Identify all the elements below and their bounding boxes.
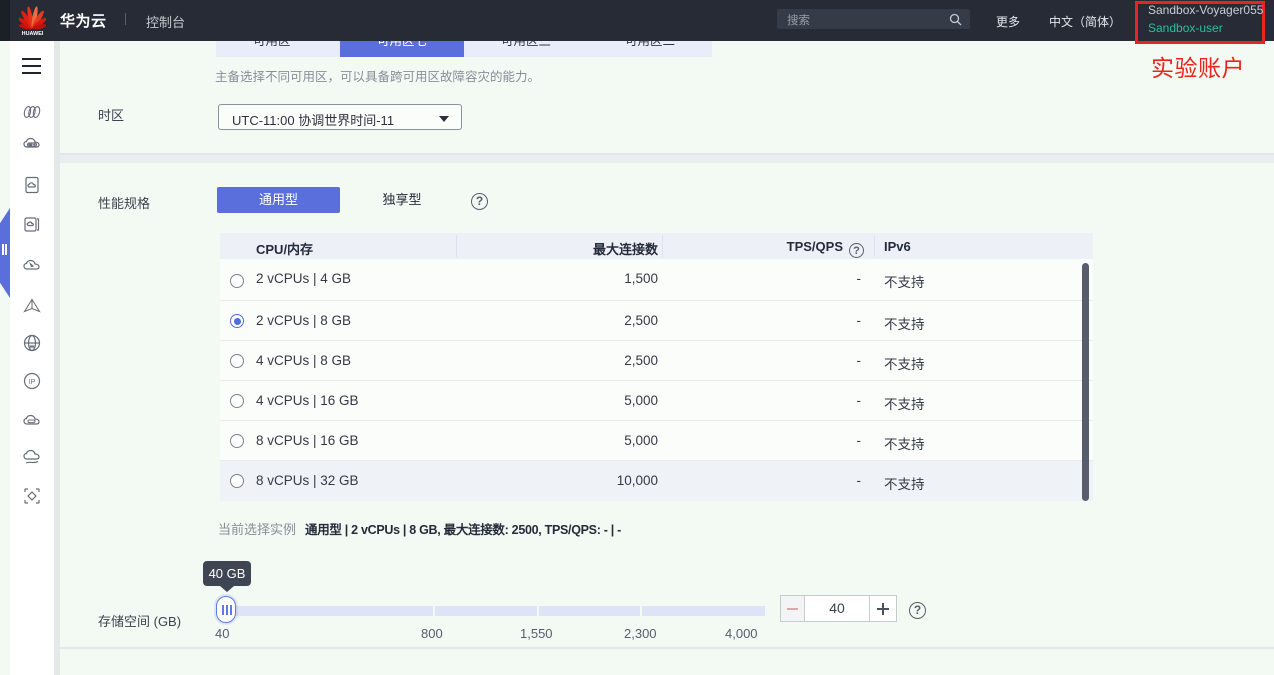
svg-text:IP: IP xyxy=(29,379,36,386)
svg-text:HUAWEI: HUAWEI xyxy=(22,31,44,36)
